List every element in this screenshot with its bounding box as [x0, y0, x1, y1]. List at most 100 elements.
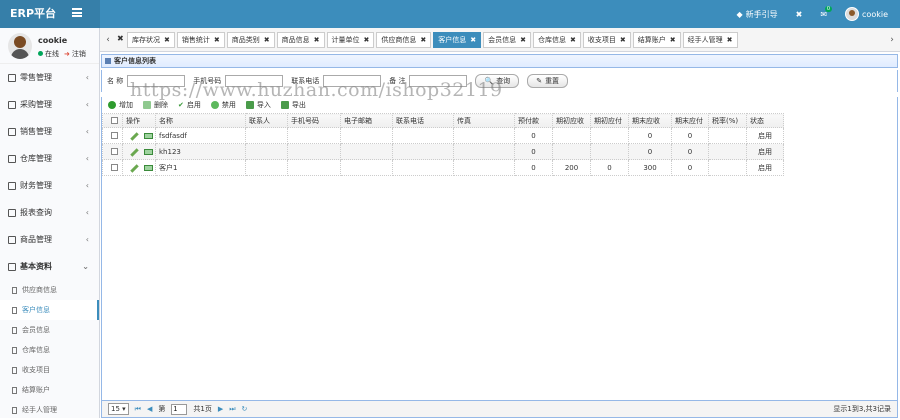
first-page-icon[interactable]: ⏮: [135, 405, 141, 414]
menu-retail[interactable]: 零售管理 ‹: [0, 64, 99, 91]
next-page-icon[interactable]: ▶: [218, 405, 223, 413]
table-row[interactable]: 客户1 0 200 0 300 0 启用: [102, 159, 784, 176]
close-tab-icon[interactable]: ✖: [520, 36, 526, 44]
user-menu[interactable]: cookie: [845, 7, 888, 21]
sidebar-item-income[interactable]: 收支项目: [0, 360, 99, 380]
sidebar-item-customer[interactable]: 客户信息: [0, 300, 99, 320]
sidebar-item-member[interactable]: 会员信息: [0, 320, 99, 340]
customer-table: 操作 名称 联系人 手机号码 电子邮箱 联系电话 传真 预付款 期初应收 期初应…: [101, 113, 898, 176]
menu-warehouse[interactable]: 仓库管理 ‹: [0, 145, 99, 172]
close-tab-icon[interactable]: ✖: [727, 36, 733, 44]
sidebar-item-account[interactable]: 结算账户: [0, 380, 99, 400]
delete-button[interactable]: 删除: [143, 100, 168, 110]
tab-item[interactable]: 库存状况 ✖: [127, 32, 175, 48]
fullscreen-icon[interactable]: ✖: [796, 10, 803, 19]
edit-icon[interactable]: [130, 164, 139, 173]
tab-item[interactable]: 商品信息 ✖: [276, 32, 325, 48]
notification-button[interactable]: ✉ 0: [820, 5, 833, 19]
disable-icon: [210, 100, 219, 109]
menu-reports[interactable]: 报表查询 ‹: [0, 199, 99, 226]
col-email[interactable]: 电子邮箱: [340, 113, 393, 128]
refresh-icon[interactable]: ↻: [242, 405, 248, 413]
close-tab-icon[interactable]: ✖: [670, 36, 676, 44]
table-row[interactable]: kh123 0 0 0 启用: [102, 143, 784, 160]
export-button[interactable]: 导出: [280, 100, 306, 110]
select-all-cell[interactable]: [102, 113, 123, 128]
close-tab-icon[interactable]: ✖: [570, 36, 576, 44]
menu-finance[interactable]: 财务管理 ‹: [0, 172, 99, 199]
menu-basic-data[interactable]: 基本资料 ⌄: [0, 253, 99, 280]
col-status[interactable]: 状态: [746, 113, 784, 128]
col-tax[interactable]: 税率(%): [708, 113, 747, 128]
col-mobile[interactable]: 手机号码: [287, 113, 341, 128]
sidebar-item-handler[interactable]: 经手人管理: [0, 400, 99, 420]
tab-item[interactable]: 供应商信息 ✖: [376, 32, 432, 48]
enable-button[interactable]: ✔ 启用: [178, 100, 201, 110]
reset-button[interactable]: ✎ 重置: [527, 74, 569, 88]
add-button[interactable]: 增加: [108, 100, 133, 110]
tab-item[interactable]: 收支项目 ✖: [582, 32, 631, 48]
view-icon[interactable]: [144, 148, 153, 155]
col-init-pay[interactable]: 期初应付: [590, 113, 629, 128]
view-icon[interactable]: [144, 132, 153, 139]
close-tab-icon[interactable]: ✖: [420, 36, 426, 44]
col-name[interactable]: 名称: [155, 113, 246, 128]
col-end-recv[interactable]: 期末应收: [628, 113, 672, 128]
tab-item[interactable]: 会员信息 ✖: [483, 32, 531, 48]
table-cell: 0: [628, 127, 672, 144]
close-tab-icon[interactable]: ✖: [620, 36, 626, 44]
tab-scroll-right-icon[interactable]: ›: [886, 32, 898, 48]
col-prepaid[interactable]: 预付款: [514, 113, 553, 128]
select-all-checkbox[interactable]: [110, 117, 118, 124]
table-row[interactable]: fsdfasdf 0 0 0 启用: [102, 127, 784, 144]
close-all-tabs-icon[interactable]: ✖: [117, 34, 124, 43]
menu-sales[interactable]: 销售管理 ‹: [0, 118, 99, 145]
check-icon: ✔: [178, 100, 184, 109]
close-tab-icon[interactable]: ✖: [470, 36, 476, 44]
col-end-pay[interactable]: 期末应付: [671, 113, 709, 128]
retail-icon: [8, 73, 16, 82]
menu-purchase[interactable]: 采购管理 ‹: [0, 91, 99, 118]
col-tel[interactable]: 联系电话: [392, 113, 454, 128]
tab-item[interactable]: 经手人管理 ✖: [682, 32, 738, 48]
row-checkbox[interactable]: [110, 148, 118, 155]
tab-scroll-left-icon[interactable]: ‹: [102, 32, 114, 48]
table-cell: [708, 159, 747, 176]
close-tab-icon[interactable]: ✖: [214, 36, 220, 44]
col-contact[interactable]: 联系人: [245, 113, 288, 128]
close-tab-icon[interactable]: ✖: [164, 36, 170, 44]
close-tab-icon[interactable]: ✖: [314, 36, 320, 44]
close-tab-icon[interactable]: ✖: [364, 36, 370, 44]
tab-item[interactable]: 结算账户 ✖: [632, 32, 681, 48]
edit-icon[interactable]: [130, 132, 139, 141]
close-tab-icon[interactable]: ✖: [264, 36, 270, 44]
col-init-recv[interactable]: 期初应收: [552, 113, 591, 128]
row-checkbox[interactable]: [110, 132, 118, 139]
col-fax[interactable]: 传真: [453, 113, 515, 128]
finance-icon: [8, 181, 16, 190]
import-button[interactable]: 导入: [245, 100, 271, 110]
row-checkbox[interactable]: [110, 164, 118, 171]
disable-button[interactable]: 禁用: [210, 100, 236, 110]
logout-link[interactable]: ➜ 注销: [64, 49, 86, 59]
sidebar-toggle-icon[interactable]: [72, 8, 82, 17]
menu-goods[interactable]: 商品管理 ‹: [0, 226, 99, 253]
brand-logo[interactable]: ERP平台: [0, 0, 100, 28]
tab-item[interactable]: 计量单位 ✖: [326, 32, 375, 48]
last-page-icon[interactable]: ⏭: [229, 405, 235, 414]
menu-label: 商品管理: [20, 235, 52, 244]
name-label: 名 称: [107, 77, 124, 85]
tab-item[interactable]: 客户信息 ✖: [433, 32, 482, 48]
view-icon[interactable]: [144, 164, 153, 171]
tab-item[interactable]: 销售统计 ✖: [176, 32, 225, 48]
page-number-input[interactable]: [171, 403, 188, 415]
page-info: 显示1到3,共3记录: [833, 405, 891, 413]
page-size-select[interactable]: 15 ▾: [108, 403, 129, 415]
tab-item[interactable]: 仓库信息 ✖: [533, 32, 581, 48]
tab-item[interactable]: 商品类别 ✖: [226, 32, 275, 48]
prev-page-icon[interactable]: ◀: [147, 405, 152, 413]
edit-icon[interactable]: [130, 148, 139, 157]
sidebar-item-supplier[interactable]: 供应商信息: [0, 280, 99, 300]
guide-link[interactable]: ◆ 新手引导: [736, 9, 777, 20]
sidebar-item-warehouse[interactable]: 仓库信息: [0, 340, 99, 360]
